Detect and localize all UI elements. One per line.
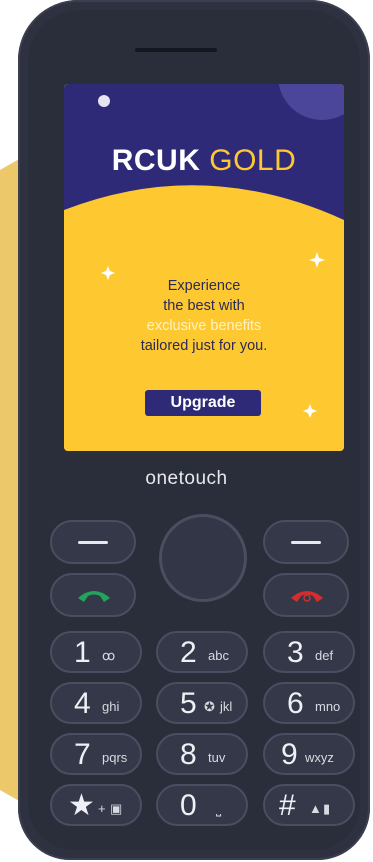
- key-digit: 9: [281, 738, 298, 771]
- logo-part-one: one: [145, 468, 179, 489]
- promo-message: Experience the best with exclusive benef…: [64, 276, 344, 356]
- key-letters: pqrs: [102, 750, 128, 765]
- key-4[interactable]: 4 ghi: [50, 682, 142, 724]
- end-call-icon: [291, 591, 323, 602]
- key-letters: wxyz: [305, 750, 334, 765]
- key-6[interactable]: 6 mno: [263, 682, 355, 724]
- voicemail-icon: ꝏ: [102, 648, 116, 663]
- key-hash[interactable]: # ▲ ▮: [263, 784, 355, 826]
- key-digit: 4: [74, 687, 91, 720]
- brand-light: GOLD: [209, 144, 297, 177]
- end-call-key[interactable]: [263, 573, 349, 617]
- key-9[interactable]: 9 wxyz: [263, 733, 355, 775]
- lock-icon: ▣: [110, 801, 123, 816]
- dash-icon: [291, 541, 321, 544]
- key-letters: tuv: [208, 750, 226, 765]
- promo-line: exclusive benefits: [146, 318, 262, 334]
- key-letters: abc: [208, 648, 229, 663]
- key-digit: 3: [287, 636, 304, 669]
- key-2[interactable]: 2 abc: [156, 631, 248, 673]
- onetouch-logo: onetouch: [0, 468, 373, 490]
- key-digit: #: [279, 789, 296, 822]
- key-digit: 5: [180, 687, 197, 720]
- navigation-dpad[interactable]: [159, 514, 247, 602]
- call-key[interactable]: [50, 573, 136, 617]
- key-letters: mno: [315, 699, 341, 714]
- right-soft-key[interactable]: [263, 520, 349, 564]
- flashlight-icon: ✪: [204, 699, 215, 714]
- rcuk-gold-logo: RCUK GOLD: [64, 144, 344, 178]
- promo-line: Experience: [167, 278, 241, 294]
- call-icon: [78, 591, 110, 602]
- key-digit: 7: [74, 738, 91, 771]
- key-0[interactable]: 0 ⎵: [156, 784, 248, 826]
- dash-icon: [78, 541, 108, 544]
- shift-icon: ▲: [309, 801, 322, 816]
- promo-line: tailored just for you.: [140, 338, 268, 354]
- key-letters: jkl: [220, 699, 233, 714]
- key-digit: 6: [287, 687, 304, 720]
- key-star[interactable]: ★ + ▣: [50, 784, 142, 826]
- battery-icon: ▮: [323, 801, 331, 816]
- key-digit: 8: [180, 738, 197, 771]
- promo-line: the best with: [163, 298, 245, 314]
- brand-bold: RCUK: [111, 144, 201, 177]
- key-digit: 1: [74, 636, 91, 669]
- key-3[interactable]: 3 def: [263, 631, 355, 673]
- decorative-dot-icon: [98, 95, 110, 107]
- key-letters: def: [315, 648, 334, 663]
- key-7[interactable]: 7 pqrs: [50, 733, 142, 775]
- key-letters: +: [98, 801, 106, 816]
- key-1[interactable]: 1ꝏ: [50, 631, 142, 673]
- key-5[interactable]: 5 ✪ jkl: [156, 682, 248, 724]
- asterisk-icon: ★: [68, 789, 95, 822]
- earpiece-speaker: [135, 48, 217, 52]
- left-soft-key[interactable]: [50, 520, 136, 564]
- phone-screen: RCUK GOLD Experience the best with exclu…: [64, 84, 344, 451]
- key-digit: 2: [180, 636, 197, 669]
- key-digit: 0: [180, 789, 197, 822]
- key-letters: ghi: [102, 699, 120, 714]
- upgrade-button[interactable]: Upgrade: [145, 390, 261, 416]
- space-icon: ⎵: [216, 801, 222, 816]
- key-8[interactable]: 8 tuv: [156, 733, 248, 775]
- logo-part-touch: touch: [178, 468, 228, 489]
